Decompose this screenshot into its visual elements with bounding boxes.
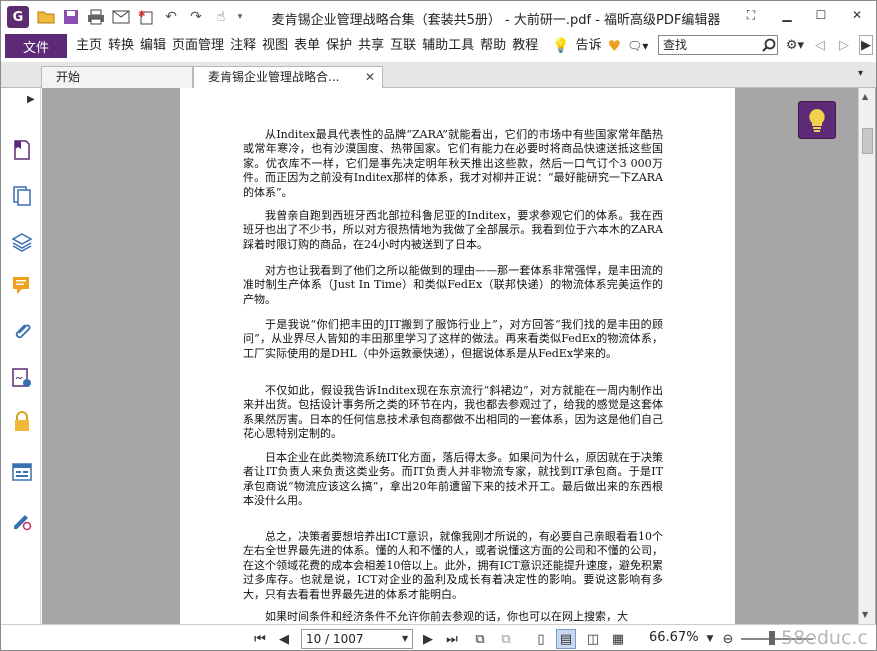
lightbulb-icon[interactable]: 💡 [549, 34, 572, 58]
menu-convert[interactable]: 转换 [105, 34, 137, 58]
minimize-button[interactable]: ▁ [773, 5, 801, 25]
print-icon[interactable] [85, 6, 107, 28]
menu-page-management[interactable]: 页面管理 [169, 34, 227, 58]
heart-icon[interactable]: ♥ [605, 34, 624, 58]
menu-share[interactable]: 共享 [355, 34, 387, 58]
hand-tool-icon[interactable]: ☝ [210, 6, 232, 28]
document-viewport[interactable]: 从Inditex最具代表性的品牌“ZARA”就能看出，它们的市场中有些国家常年酷… [42, 88, 876, 624]
next-page-icon[interactable]: ▶ [419, 629, 437, 649]
menu-home[interactable]: 主页 [73, 34, 105, 58]
page-paragraph: 我曾亲自跑到西班牙西北部拉科鲁尼亚的Inditex，要求参观它们的体系。我在西班… [243, 209, 663, 251]
watermark: 58educ.c [781, 627, 868, 649]
comments-icon[interactable] [10, 274, 34, 298]
navigation-panel: ▶ [1, 88, 41, 624]
new-document-icon[interactable]: ✱ [135, 6, 157, 28]
scroll-thumb[interactable] [862, 128, 873, 154]
continuous-view-icon[interactable]: ▤ [556, 629, 576, 649]
page-number-input[interactable]: 10 / 1007 [301, 629, 413, 649]
page-paragraph: 从Inditex最具代表性的品牌“ZARA”就能看出，它们的市场中有些国家常年酷… [243, 128, 663, 199]
comment-dropdown-icon[interactable]: 🗨▾ [624, 34, 651, 58]
menu-comment[interactable]: 注释 [227, 34, 259, 58]
continuous-facing-view-icon[interactable]: ▦ [608, 629, 628, 649]
page-paragraph: 如果时间条件和经济条件不允许你前去参观的话，你也可以在网上搜索，大 [265, 610, 628, 623]
facing-view-icon[interactable]: ◫ [583, 629, 603, 649]
svg-text:✱: ✱ [138, 10, 146, 20]
form-fields-icon[interactable] [10, 460, 34, 484]
email-icon[interactable] [110, 6, 132, 28]
page-paragraph: 总之，决策者要想培养出ICT意识，就像我刚才所说的，有必要自己亲眼看看10个左右… [243, 530, 663, 601]
status-bar: ⏮ ◀ 10 / 1007 ▼ ▶ ⏭ ⧉ ⧉ ▯ ▤ ◫ ▦ 66.67% ▼… [1, 624, 876, 650]
title-bar: G ✱ ↶ ↷ ☝ ▾ 麦肯锡企业管理战略合集（套装共5册） - 大前研一.pd… [1, 1, 876, 33]
pages-icon[interactable] [10, 184, 34, 208]
vertical-scrollbar[interactable]: ▲ ▼ [858, 88, 875, 624]
security-icon[interactable] [10, 410, 34, 434]
customize-dropdown-icon[interactable]: ▾ [235, 6, 245, 28]
nav-forward-icon[interactable]: ▷ [837, 35, 851, 55]
file-menu-button[interactable]: 文件 [5, 34, 67, 58]
save-icon[interactable] [60, 6, 82, 28]
expand-panel-icon[interactable]: ▶ [27, 94, 35, 105]
menu-view[interactable]: 视图 [259, 34, 291, 58]
page-paragraph: 对方也让我看到了他们之所以能做到的理由——那一套体系非常强悍，是丰田流的准时制生… [243, 264, 663, 306]
zoom-level[interactable]: 66.67% [649, 630, 699, 645]
menu-edit[interactable]: 编辑 [137, 34, 169, 58]
attachments-icon[interactable] [10, 320, 34, 344]
page-dropdown-icon[interactable]: ▼ [402, 634, 408, 643]
last-page-icon[interactable]: ⏭ [443, 629, 461, 649]
tab-list-dropdown-icon[interactable]: ▾ [858, 68, 863, 79]
nav-back-icon[interactable]: ◁ [813, 35, 827, 55]
previous-page-icon[interactable]: ◀ [275, 629, 293, 649]
tab-start[interactable]: 开始 [41, 66, 193, 88]
zoom-dropdown-icon[interactable]: ▼ [704, 629, 716, 649]
page-paragraph: 日本企业在此类物流系统IT化方面，落后得太多。如果问为什么，原因就在于决策者让I… [243, 451, 663, 508]
bookmark-icon[interactable] [10, 138, 34, 162]
scroll-down-icon[interactable]: ▼ [862, 610, 868, 619]
signature-icon[interactable] [10, 366, 34, 390]
page-paragraph: 于是我说“你们把丰田的JIT搬到了服饰行业上”，对方回答“我们找的是丰田的顾问”… [243, 318, 663, 360]
app-window: G ✱ ↶ ↷ ☝ ▾ 麦肯锡企业管理战略合集（套装共5册） - 大前研一.pd… [0, 0, 877, 651]
menu-protect[interactable]: 保护 [323, 34, 355, 58]
tab-close-icon[interactable]: ✕ [365, 70, 375, 84]
quick-access-toolbar: G ✱ ↶ ↷ ☝ ▾ [1, 1, 248, 33]
maximize-button[interactable]: ☐ [807, 5, 835, 25]
zoom-out-icon[interactable]: ⊖ [719, 629, 737, 649]
previous-view-icon[interactable]: ⧉ [469, 629, 491, 649]
single-page-view-icon[interactable]: ▯ [531, 629, 551, 649]
search-icon[interactable] [759, 35, 779, 55]
page-paragraph: 不仅如此，假设我告诉Inditex现在东京流行“斜裙边”，对方就能在一周内制作出… [243, 384, 663, 441]
window-title: 麦肯锡企业管理战略合集（套装共5册） - 大前研一.pdf - 福昕高级PDF编… [271, 13, 721, 28]
open-folder-icon[interactable] [35, 6, 57, 28]
menu-help[interactable]: 帮助 [477, 34, 509, 58]
menu-connect[interactable]: 互联 [387, 34, 419, 58]
settings-gear-icon[interactable]: ⚙▾ [783, 35, 807, 55]
close-button[interactable]: ✕ [843, 5, 871, 25]
redo-icon[interactable]: ↷ [185, 6, 207, 28]
first-page-icon[interactable]: ⏮ [251, 629, 269, 649]
tab-document[interactable]: 麦肯锡企业管理战略合... [193, 66, 383, 89]
tips-lightbulb-button[interactable] [798, 101, 836, 139]
app-logo-icon[interactable]: G [7, 6, 29, 28]
menu-accessibility[interactable]: 辅助工具 [419, 34, 477, 58]
ribbon-scroll-right-icon[interactable]: ▶ [859, 35, 873, 55]
document-tab-bar: 开始 麦肯锡企业管理战略合... ✕ ▾ [1, 62, 876, 89]
tell-me-label[interactable]: 告诉 [573, 34, 605, 58]
scroll-up-icon[interactable]: ▲ [862, 92, 868, 101]
layers-icon[interactable] [10, 230, 34, 254]
fullscreen-icon[interactable]: ⛶ [737, 5, 765, 25]
pdf-page[interactable]: 从Inditex最具代表性的品牌“ZARA”就能看出，它们的市场中有些国家常年酷… [180, 88, 735, 624]
next-view-icon[interactable]: ⧉ [495, 629, 517, 649]
sign-tool-icon[interactable] [10, 508, 34, 532]
zoom-slider-knob[interactable] [769, 631, 775, 645]
lightbulb-icon [809, 109, 825, 132]
undo-icon[interactable]: ↶ [160, 6, 182, 28]
menu-tutorial[interactable]: 教程 [509, 34, 541, 58]
menu-form[interactable]: 表单 [291, 34, 323, 58]
